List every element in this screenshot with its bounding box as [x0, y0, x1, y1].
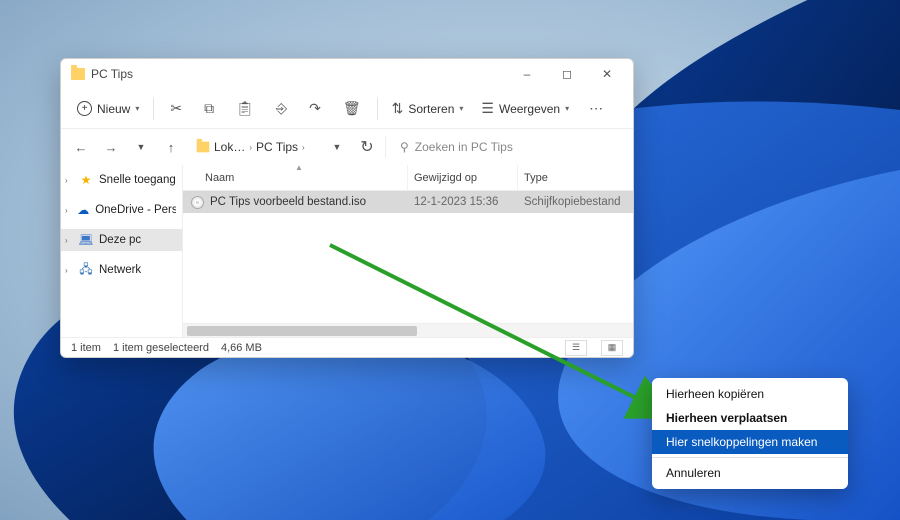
sidebar-item-label: OneDrive - Personal — [95, 204, 176, 216]
view-button[interactable]: ☰ Weergeven ▾ — [473, 94, 577, 124]
monitor-icon: 💻︎ — [79, 233, 93, 247]
column-header-modified[interactable]: Gewijzigd op — [408, 165, 518, 190]
share-button[interactable]: ↷ — [299, 94, 331, 124]
file-name: PC Tips voorbeeld bestand.iso — [210, 196, 366, 208]
explorer-window: PC Tips – ◻ ✕ + Nieuw ▾ ✂ ⧉ 📋︎ ⎆ ↷ 🗑︎ ⇅ … — [60, 58, 634, 358]
cloud-icon: ☁ — [77, 203, 89, 217]
address-bar: ← → ▼ ↑ Lok… › PC Tips › ▼ ↻ ⚲ Zoeken in… — [61, 129, 633, 165]
copy-button[interactable]: ⧉ — [194, 94, 224, 124]
sidebar-item-label: Netwerk — [99, 264, 141, 276]
crumbs-dropdown[interactable]: ▼ — [325, 135, 349, 159]
sort-button[interactable]: ⇅ Sorteren ▾ — [384, 94, 472, 124]
network-icon: 🖧︎ — [79, 263, 93, 277]
search-input[interactable]: ⚲ Zoeken in PC Tips — [392, 140, 625, 154]
sort-icon: ⇅ — [392, 100, 404, 117]
close-button[interactable]: ✕ — [587, 60, 627, 88]
clipboard-icon: 📋︎ — [236, 100, 254, 117]
maximize-button[interactable]: ◻ — [547, 60, 587, 88]
separator — [153, 98, 154, 120]
chevron-right-icon: › — [302, 143, 305, 152]
chevron-right-icon: › — [65, 206, 71, 215]
status-bar: 1 item 1 item geselecteerd 4,66 MB ☰ ▦ — [61, 337, 633, 357]
rename-icon: ⎆ — [276, 100, 287, 117]
sort-indicator-icon: ▲ — [295, 163, 303, 172]
file-row[interactable]: PC Tips voorbeeld bestand.iso 12-1-2023 … — [183, 191, 633, 213]
cut-button[interactable]: ✂ — [160, 94, 192, 124]
sidebar-item-network[interactable]: › 🖧︎ Netwerk — [61, 259, 182, 281]
sort-label: Sorteren — [408, 102, 454, 116]
file-list-panel: ▲ Naam Gewijzigd op Type PC Tips voorbee… — [183, 165, 633, 337]
new-label: Nieuw — [97, 102, 130, 116]
list-icon: ☰ — [481, 100, 494, 117]
column-headers: ▲ Naam Gewijzigd op Type — [183, 165, 633, 191]
chevron-down-icon: ▾ — [135, 104, 139, 113]
forward-button[interactable]: → — [99, 135, 123, 159]
navigation-pane: › ★ Snelle toegang › ☁ OneDrive - Person… — [61, 165, 183, 337]
status-size: 4,66 MB — [221, 342, 262, 354]
scrollbar-thumb[interactable] — [187, 326, 417, 336]
separator — [377, 98, 378, 120]
separator — [652, 457, 848, 458]
scissors-icon: ✂ — [170, 100, 182, 117]
ellipsis-icon: ⋯ — [589, 100, 603, 117]
plus-circle-icon: + — [77, 101, 92, 116]
file-date: 12-1-2023 15:36 — [408, 196, 518, 208]
thumbnails-view-button[interactable]: ▦ — [601, 340, 623, 356]
refresh-button[interactable]: ↻ — [355, 135, 379, 159]
copy-icon: ⧉ — [204, 100, 214, 117]
sidebar-item-this-pc[interactable]: › 💻︎ Deze pc — [61, 229, 182, 251]
folder-icon — [71, 68, 85, 80]
chevron-right-icon: › — [65, 266, 73, 275]
crumb-1: Lok… — [214, 140, 245, 154]
command-bar: + Nieuw ▾ ✂ ⧉ 📋︎ ⎆ ↷ 🗑︎ ⇅ Sorteren ▾ ☰ W… — [61, 89, 633, 129]
back-button[interactable]: ← — [69, 135, 93, 159]
status-selected: 1 item geselecteerd — [113, 342, 209, 354]
status-item-count: 1 item — [71, 342, 101, 354]
window-title: PC Tips — [91, 67, 133, 81]
sidebar-item-label: Deze pc — [99, 234, 141, 246]
delete-button[interactable]: 🗑︎ — [333, 94, 371, 124]
up-button[interactable]: ↑ — [159, 135, 183, 159]
search-placeholder: Zoeken in PC Tips — [415, 140, 513, 154]
disc-icon — [191, 196, 204, 209]
chevron-down-icon: ▾ — [565, 104, 569, 113]
titlebar[interactable]: PC Tips – ◻ ✕ — [61, 59, 633, 89]
horizontal-scrollbar[interactable] — [183, 323, 633, 337]
chevron-right-icon: › — [65, 176, 73, 185]
ctx-cancel[interactable]: Annuleren — [652, 461, 848, 485]
view-label: Weergeven — [499, 102, 560, 116]
ctx-create-shortcut-here[interactable]: Hier snelkoppelingen maken — [652, 430, 848, 454]
column-header-name[interactable]: ▲ Naam — [183, 165, 408, 190]
column-header-type[interactable]: Type — [518, 165, 633, 190]
file-rows: PC Tips voorbeeld bestand.iso 12-1-2023 … — [183, 191, 633, 323]
ctx-move-here[interactable]: Hierheen verplaatsen — [652, 406, 848, 430]
chevron-right-icon: › — [249, 143, 252, 152]
chevron-right-icon: › — [65, 236, 73, 245]
star-icon: ★ — [79, 173, 93, 187]
paste-button[interactable]: 📋︎ — [226, 94, 264, 124]
minimize-button[interactable]: – — [507, 60, 547, 88]
share-icon: ↷ — [309, 100, 321, 117]
more-button[interactable]: ⋯ — [579, 94, 613, 124]
trash-icon: 🗑︎ — [343, 100, 361, 117]
breadcrumb[interactable]: Lok… › PC Tips › — [189, 137, 319, 157]
sidebar-item-onedrive[interactable]: › ☁ OneDrive - Personal — [61, 199, 182, 221]
sidebar-item-label: Snelle toegang — [99, 174, 176, 186]
history-button[interactable]: ▼ — [129, 135, 153, 159]
sidebar-item-quick-access[interactable]: › ★ Snelle toegang — [61, 169, 182, 191]
chevron-down-icon: ▾ — [459, 104, 463, 113]
separator — [385, 136, 386, 158]
ctx-copy-here[interactable]: Hierheen kopiëren — [652, 382, 848, 406]
rename-button[interactable]: ⎆ — [266, 94, 297, 124]
folder-icon — [197, 142, 210, 153]
search-icon: ⚲ — [400, 140, 409, 154]
file-type: Schijfkopiebestand — [518, 196, 633, 208]
details-view-button[interactable]: ☰ — [565, 340, 587, 356]
crumb-2: PC Tips — [256, 140, 298, 154]
drag-drop-context-menu: Hierheen kopiëren Hierheen verplaatsen H… — [652, 378, 848, 489]
new-button[interactable]: + Nieuw ▾ — [69, 94, 147, 124]
